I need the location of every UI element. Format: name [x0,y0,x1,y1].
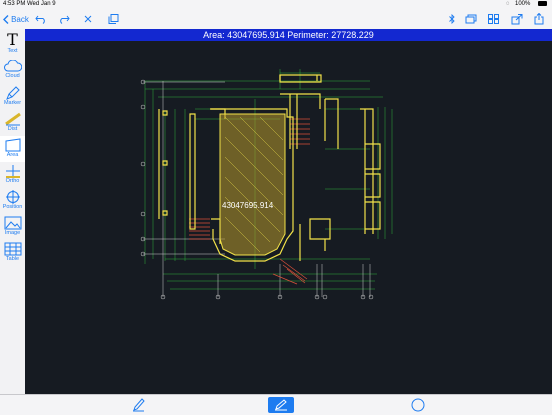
battery-icon [538,1,547,6]
drawing-canvas[interactable]: 43047695.914 [25,29,552,394]
tool-ortho[interactable]: Ortho [0,162,25,188]
tool-distance[interactable]: Dist [0,110,25,136]
distance-icon [4,112,21,126]
duplicate-button[interactable] [106,9,120,29]
measurement-banner: Area: 43047695.914 Perimeter: 27728.229 [25,29,552,41]
tool-label: Dist [7,126,18,132]
select-button[interactable] [410,397,426,413]
tool-marker[interactable]: Marker [0,84,25,110]
tool-label: Area [6,152,19,158]
ortho-icon [5,165,20,178]
bottom-toolbar [0,394,552,415]
share-icon [534,13,544,25]
tool-label: Ortho [5,178,20,184]
position-icon [5,190,20,204]
tool-label: Cloud [5,73,20,79]
undo-icon [35,15,45,24]
text-icon: T [7,30,18,49]
chevron-left-icon [3,14,9,24]
layers-button[interactable] [464,9,478,29]
back-label: Back [11,14,29,24]
top-toolbar: Back [0,9,552,30]
back-button[interactable]: Back [3,9,29,29]
tool-area[interactable]: Area [0,136,25,162]
area-value-label: 43047695.914 [222,201,274,210]
tool-cloud[interactable]: Cloud [0,58,25,84]
tool-position[interactable]: Position [0,188,25,214]
tool-image[interactable]: Image [0,214,25,240]
tool-label: Position [2,204,23,210]
status-bar: 4:53 PM Wed Jan 9 ◌ 100% [0,0,552,9]
marker-icon [5,86,20,100]
bluetooth-icon [449,14,455,24]
tool-label: Image [4,230,21,236]
tool-sidebar: T Text Cloud Marker Dist Area Ortho Posi… [0,29,26,394]
bluetooth-button[interactable] [446,9,458,29]
status-time: 4:53 PM [3,1,26,7]
tool-label: Marker [3,100,22,106]
annotate-button[interactable] [268,397,294,413]
pen-button[interactable] [130,397,146,413]
tool-label: Text [7,48,18,54]
status-battery: 100% [515,1,531,7]
pen-icon [132,398,145,412]
redo-icon [60,15,70,24]
layers-icon [465,14,477,24]
delete-button[interactable] [82,9,94,29]
tool-text[interactable]: T Text [0,32,25,58]
circle-icon [411,398,425,412]
area-icon [5,138,20,152]
share-button[interactable] [532,9,546,29]
tool-table[interactable]: Table [0,240,25,266]
grid-icon [487,14,499,24]
redo-button[interactable] [57,9,71,29]
export-button[interactable] [510,9,524,29]
tool-label: Table [5,256,20,262]
edit-icon [275,399,287,411]
wifi-icon: ◌ [506,1,510,7]
status-date: Wed Jan 9 [27,1,56,7]
floor-plan-drawing: 43047695.914 [140,69,393,300]
image-icon [4,216,21,230]
export-icon [511,13,523,24]
copy-icon [108,14,118,24]
table-icon [4,242,21,256]
close-icon [84,15,92,23]
undo-button[interactable] [34,9,48,29]
grid-view-button[interactable] [486,9,500,29]
cloud-icon [3,60,22,72]
